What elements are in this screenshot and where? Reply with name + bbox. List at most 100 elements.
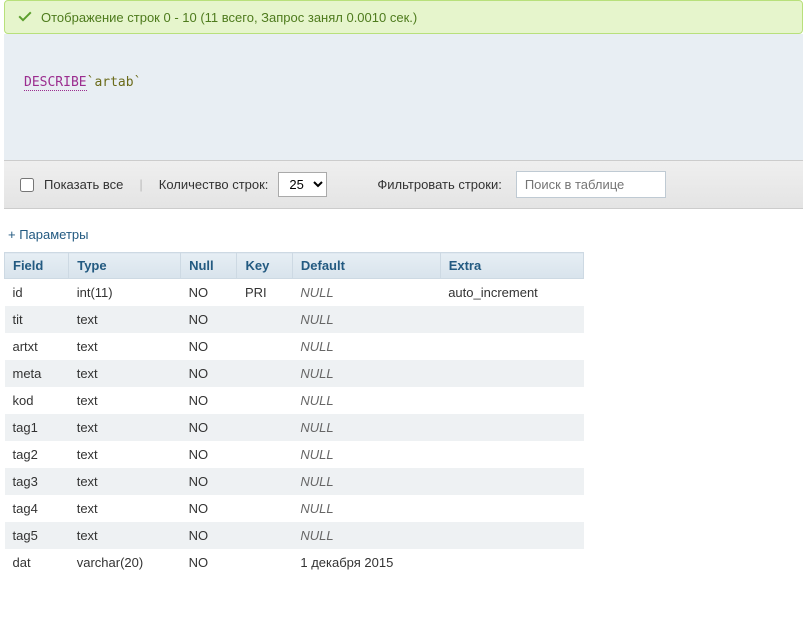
cell-type: int(11) [69,279,181,307]
row-count-label: Количество строк: [159,177,269,192]
table-row: tittextNO NULL [5,306,584,333]
cell-field: artxt [5,333,69,360]
table-row: tag4textNO NULL [5,495,584,522]
cell-key [237,387,292,414]
cell-field: tag3 [5,468,69,495]
cell-key [237,522,292,549]
cell-default: NULL [292,468,440,495]
cell-null: NO [181,468,237,495]
cell-key [237,333,292,360]
table-row: idint(11)NOPRINULLauto_increment [5,279,584,307]
cell-field: kod [5,387,69,414]
col-null[interactable]: Null [181,253,237,279]
cell-type: text [69,306,181,333]
col-default[interactable]: Default [292,253,440,279]
cell-null: NO [181,549,237,576]
cell-null: NO [181,522,237,549]
cell-extra [440,549,583,576]
filter-label: Фильтровать строки: [377,177,501,192]
cell-extra [440,333,583,360]
cell-type: text [69,333,181,360]
success-bar: Отображение строк 0 - 10 (11 всего, Запр… [4,0,803,34]
table-row: kodtextNO NULL [5,387,584,414]
cell-default: NULL [292,333,440,360]
cell-extra [440,468,583,495]
cell-null: NO [181,441,237,468]
cell-key [237,414,292,441]
cell-null: NO [181,414,237,441]
cell-field: tag2 [5,441,69,468]
sql-panel: DESCRIBE`artab` [4,34,803,160]
cell-type: text [69,522,181,549]
cell-null: NO [181,279,237,307]
cell-key [237,360,292,387]
cell-type: text [69,495,181,522]
table-row: tag1textNO NULL [5,414,584,441]
cell-null: NO [181,360,237,387]
table-row: tag3textNO NULL [5,468,584,495]
cell-type: text [69,360,181,387]
cell-field: dat [5,549,69,576]
cell-default: NULL [292,279,440,307]
cell-default: NULL [292,306,440,333]
sql-table: `artab` [87,75,142,90]
cell-default: NULL [292,414,440,441]
cell-null: NO [181,387,237,414]
cell-extra [440,387,583,414]
cell-key: PRI [237,279,292,307]
separator: | [139,177,142,192]
cell-default: 1 декабря 2015 [292,549,440,576]
table-row: metatextNO NULL [5,360,584,387]
cell-extra [440,495,583,522]
table-row: datvarchar(20)NO 1 декабря 2015 [5,549,584,576]
cell-key [237,495,292,522]
sql-keyword: DESCRIBE [24,75,87,91]
col-type[interactable]: Type [69,253,181,279]
check-icon [17,9,33,25]
cell-field: tag5 [5,522,69,549]
cell-null: NO [181,306,237,333]
cell-extra [440,522,583,549]
cell-extra [440,360,583,387]
col-field[interactable]: Field [5,253,69,279]
show-all-label: Показать все [44,177,123,192]
cell-type: text [69,387,181,414]
cell-key [237,441,292,468]
filter-input[interactable] [516,171,666,198]
cell-default: NULL [292,441,440,468]
cell-default: NULL [292,522,440,549]
cell-extra [440,441,583,468]
cell-type: varchar(20) [69,549,181,576]
table-row: artxttextNO NULL [5,333,584,360]
table-header-row: Field Type Null Key Default Extra [5,253,584,279]
cell-extra: auto_increment [440,279,583,307]
cell-type: text [69,414,181,441]
cell-null: NO [181,495,237,522]
cell-field: tag1 [5,414,69,441]
cell-default: NULL [292,360,440,387]
cell-type: text [69,468,181,495]
cell-null: NO [181,333,237,360]
cell-field: tag4 [5,495,69,522]
results-table: Field Type Null Key Default Extra idint(… [4,252,584,576]
cell-default: NULL [292,495,440,522]
cell-extra [440,414,583,441]
success-message: Отображение строк 0 - 10 (11 всего, Запр… [41,10,417,25]
cell-key [237,306,292,333]
cell-key [237,468,292,495]
cell-field: id [5,279,69,307]
cell-extra [440,306,583,333]
cell-type: text [69,441,181,468]
toolbar: Показать все | Количество строк: 25 Филь… [4,160,803,209]
table-row: tag5textNO NULL [5,522,584,549]
col-key[interactable]: Key [237,253,292,279]
col-extra[interactable]: Extra [440,253,583,279]
cell-key [237,549,292,576]
cell-field: tit [5,306,69,333]
params-link[interactable]: + Параметры [0,209,807,252]
cell-default: NULL [292,387,440,414]
row-count-select[interactable]: 25 [278,172,327,197]
cell-field: meta [5,360,69,387]
table-row: tag2textNO NULL [5,441,584,468]
show-all-checkbox[interactable] [20,178,34,192]
